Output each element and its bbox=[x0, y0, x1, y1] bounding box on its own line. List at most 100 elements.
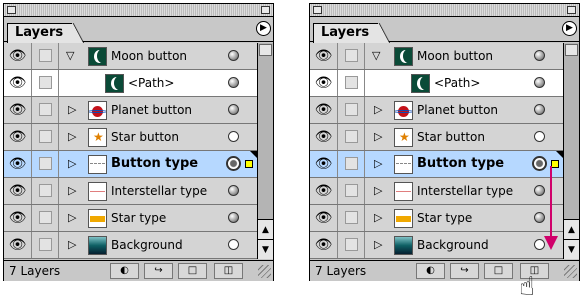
lock-toggle[interactable] bbox=[32, 151, 59, 177]
target-circle-icon[interactable] bbox=[226, 156, 241, 171]
layer-row[interactable]: 👁 ▷ Background bbox=[4, 232, 257, 259]
lock-toggle[interactable] bbox=[338, 70, 365, 96]
vertical-scrollbar[interactable]: ▲ ▼ bbox=[257, 43, 273, 259]
disclosure-triangle-closed-icon[interactable]: ▷ bbox=[68, 237, 76, 253]
disclosure-triangle-closed-icon[interactable]: ▷ bbox=[68, 156, 76, 172]
visibility-toggle[interactable]: 👁 bbox=[310, 205, 338, 231]
lock-toggle[interactable] bbox=[338, 232, 365, 258]
target-circle-icon[interactable] bbox=[228, 104, 239, 115]
lock-toggle[interactable] bbox=[338, 205, 365, 231]
lock-toggle[interactable] bbox=[338, 151, 365, 177]
close-box-icon[interactable] bbox=[7, 6, 16, 14]
visibility-toggle[interactable]: 👁 bbox=[310, 70, 338, 96]
target-circle-icon[interactable] bbox=[228, 77, 239, 88]
panel-menu-arrow-icon[interactable]: ▶ bbox=[256, 21, 271, 36]
make-clipping-mask-icon[interactable]: ◐ bbox=[416, 263, 445, 279]
lock-toggle[interactable] bbox=[338, 178, 365, 204]
layer-row[interactable]: 👁 ▷ Planet button bbox=[4, 97, 257, 124]
visibility-toggle[interactable]: 👁 bbox=[4, 205, 32, 231]
layer-row[interactable]: 👁 ▷ Star type bbox=[4, 205, 257, 232]
lock-toggle[interactable] bbox=[32, 70, 59, 96]
disclosure-triangle-closed-icon[interactable]: ▷ bbox=[374, 102, 382, 118]
visibility-toggle[interactable]: 👁 bbox=[310, 43, 338, 69]
zoom-box-icon[interactable] bbox=[567, 6, 576, 14]
layer-row[interactable]: 👁 ▷ ★ Star button bbox=[310, 124, 563, 151]
create-new-sublayer-icon[interactable]: ↪ bbox=[450, 263, 479, 279]
create-new-layer-icon[interactable]: □ bbox=[178, 263, 207, 279]
zoom-box-icon[interactable] bbox=[261, 6, 270, 14]
target-circle-icon[interactable] bbox=[534, 77, 545, 88]
layer-row[interactable]: 👁 ▷ Background bbox=[310, 232, 563, 259]
lock-toggle[interactable] bbox=[338, 97, 365, 123]
scroll-up-arrow-icon[interactable]: ▲ bbox=[258, 219, 273, 239]
lock-toggle[interactable] bbox=[32, 124, 59, 150]
target-circle-icon[interactable] bbox=[534, 50, 545, 61]
disclosure-triangle-closed-icon[interactable]: ▷ bbox=[68, 210, 76, 226]
scroll-thumb[interactable] bbox=[259, 44, 272, 56]
disclosure-triangle-closed-icon[interactable]: ▷ bbox=[374, 183, 382, 199]
scroll-down-arrow-icon[interactable]: ▼ bbox=[258, 239, 273, 259]
tab-layers[interactable]: Layers bbox=[7, 23, 84, 43]
create-new-sublayer-icon[interactable]: ↪ bbox=[144, 263, 173, 279]
lock-toggle[interactable] bbox=[32, 205, 59, 231]
disclosure-triangle-open-icon[interactable]: ▽ bbox=[372, 48, 380, 64]
target-circle-icon[interactable] bbox=[228, 212, 239, 223]
layer-row-selected[interactable]: 👁 ▷ Button type bbox=[310, 151, 563, 178]
visibility-toggle[interactable]: 👁 bbox=[310, 232, 338, 258]
target-circle-icon[interactable] bbox=[534, 104, 545, 115]
layer-row[interactable]: 👁 <Path> bbox=[310, 70, 563, 97]
layer-row[interactable]: 👁 ▷ ★ Star button bbox=[4, 124, 257, 151]
create-new-layer-icon[interactable]: □ bbox=[484, 263, 513, 279]
disclosure-triangle-closed-icon[interactable]: ▷ bbox=[374, 129, 382, 145]
vertical-scrollbar[interactable]: ▲ ▼ bbox=[563, 43, 579, 259]
lock-toggle[interactable] bbox=[32, 232, 59, 258]
layer-row[interactable]: 👁 ▷ Interstellar type bbox=[310, 178, 563, 205]
trash-icon[interactable]: ◫ bbox=[214, 263, 243, 279]
lock-toggle[interactable] bbox=[338, 124, 365, 150]
tab-layers[interactable]: Layers bbox=[313, 23, 390, 43]
panel-menu-arrow-icon[interactable]: ▶ bbox=[562, 21, 577, 36]
scroll-down-arrow-icon[interactable]: ▼ bbox=[564, 239, 579, 259]
disclosure-triangle-closed-icon[interactable]: ▷ bbox=[374, 156, 382, 172]
visibility-toggle[interactable]: 👁 bbox=[310, 97, 338, 123]
resize-grip-icon[interactable] bbox=[564, 265, 577, 278]
visibility-toggle[interactable]: 👁 bbox=[4, 97, 32, 123]
disclosure-triangle-closed-icon[interactable]: ▷ bbox=[374, 210, 382, 226]
visibility-toggle[interactable]: 👁 bbox=[4, 70, 32, 96]
layer-row[interactable]: 👁 <Path> bbox=[4, 70, 257, 97]
layer-row[interactable]: 👁 ▷ Interstellar type bbox=[4, 178, 257, 205]
layer-row[interactable]: 👁 ▷ Star type bbox=[310, 205, 563, 232]
lock-toggle[interactable] bbox=[32, 178, 59, 204]
visibility-toggle[interactable]: 👁 bbox=[4, 232, 32, 258]
visibility-toggle[interactable]: 👁 bbox=[310, 178, 338, 204]
scroll-up-arrow-icon[interactable]: ▲ bbox=[564, 219, 579, 239]
disclosure-triangle-closed-icon[interactable]: ▷ bbox=[374, 237, 382, 253]
make-clipping-mask-icon[interactable]: ◐ bbox=[110, 263, 139, 279]
resize-grip-icon[interactable] bbox=[258, 265, 271, 278]
lock-toggle[interactable] bbox=[32, 43, 59, 69]
target-circle-icon[interactable] bbox=[228, 50, 239, 61]
lock-toggle[interactable] bbox=[338, 43, 365, 69]
close-box-icon[interactable] bbox=[313, 6, 322, 14]
disclosure-triangle-closed-icon[interactable]: ▷ bbox=[68, 102, 76, 118]
visibility-toggle[interactable]: 👁 bbox=[310, 151, 338, 177]
visibility-toggle[interactable]: 👁 bbox=[310, 124, 338, 150]
layer-row[interactable]: 👁 ▷ Planet button bbox=[310, 97, 563, 124]
panel-title-bar[interactable] bbox=[310, 4, 579, 17]
lock-toggle[interactable] bbox=[32, 97, 59, 123]
visibility-toggle[interactable]: 👁 bbox=[4, 151, 32, 177]
disclosure-triangle-open-icon[interactable]: ▽ bbox=[66, 48, 74, 64]
target-circle-icon[interactable] bbox=[228, 131, 239, 142]
target-circle-icon[interactable] bbox=[228, 239, 239, 250]
panel-title-bar[interactable] bbox=[4, 4, 273, 17]
visibility-toggle[interactable]: 👁 bbox=[4, 124, 32, 150]
layer-row[interactable]: 👁 ▽ Moon button bbox=[310, 43, 563, 70]
visibility-toggle[interactable]: 👁 bbox=[4, 178, 32, 204]
disclosure-triangle-closed-icon[interactable]: ▷ bbox=[68, 183, 76, 199]
visibility-toggle[interactable]: 👁 bbox=[4, 43, 32, 69]
layer-row-selected[interactable]: 👁 ▷ Button type bbox=[4, 151, 257, 178]
target-circle-icon[interactable] bbox=[534, 131, 545, 142]
disclosure-triangle-closed-icon[interactable]: ▷ bbox=[68, 129, 76, 145]
target-circle-icon[interactable] bbox=[228, 185, 239, 196]
layer-row[interactable]: 👁 ▽ Moon button bbox=[4, 43, 257, 70]
